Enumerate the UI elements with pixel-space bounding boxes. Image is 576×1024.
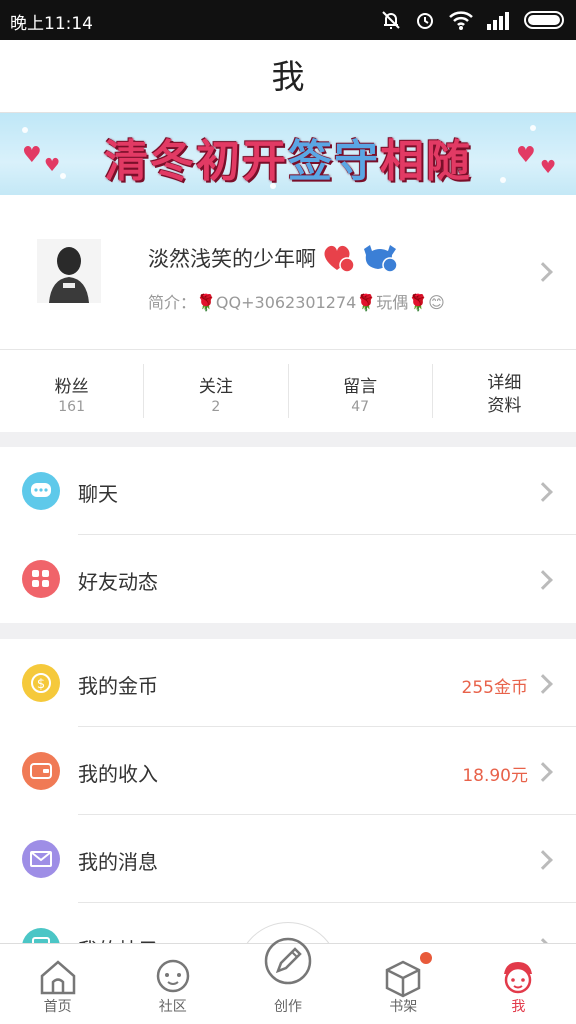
me-icon [504,962,533,994]
doc-icon [22,928,60,943]
tag-badge-icon [364,245,398,273]
profile-card[interactable]: 淡然浅笑的少年啊 简介：🌹QQ+3062301274🌹玩偶🌹😊 [0,195,576,350]
chevron-right-icon [533,570,553,590]
status-bar: 晚上11:14 [0,0,576,40]
envelope-icon [22,840,60,878]
home-icon [40,960,75,995]
tab-me[interactable]: 我 [461,944,576,1024]
coin-icon: $ [22,664,60,702]
tab-home[interactable]: 首页 [0,944,115,1024]
bottom-tab-bar: 首页 社区 创作 书架 我 [0,937,576,1024]
stats-bar: 粉丝 161 关注 2 留言 47 详细资料 [0,350,576,432]
menu-item-messages[interactable]: 我的消息 [0,815,576,903]
nickname: 淡然浅笑的少年啊 [148,247,316,271]
grid-icon [22,560,60,598]
chevron-right-icon [533,262,553,282]
page-title: 我 [271,57,305,96]
chevron-right-icon [533,482,553,502]
signal-icon [487,12,509,30]
wallet-icon [22,752,60,790]
banner-text: 清冬初开签守相随 [104,136,472,187]
svg-text:$: $ [37,677,45,692]
chevron-right-icon [533,674,553,694]
heart-badge-icon [324,245,355,273]
avatar[interactable] [37,239,101,303]
menu-item-income[interactable]: 我的收入 18.90元 [0,727,576,815]
income-value: 18.90元 [462,766,528,786]
tab-community[interactable]: 社区 [115,944,230,1024]
chevron-right-icon [533,762,553,782]
tab-bookshelf[interactable]: 书架 [346,944,461,1024]
stat-following[interactable]: 关注 2 [144,364,289,418]
chevron-right-icon [533,850,553,870]
menu-item-friend-feed[interactable]: 好友动态 [0,535,576,623]
bookshelf-icon [385,960,421,998]
menu-group-social: 聊天 好友动态 [0,447,576,623]
chat-bubble-icon [22,472,60,510]
battery-icon [524,11,564,29]
nickname-row: 淡然浅笑的少年啊 [148,243,402,273]
alarm-icon [417,13,433,29]
pen-icon [264,937,312,985]
coins-value: 255金币 [461,678,528,698]
community-icon [156,959,190,993]
avatar-image [37,239,101,303]
promo-banner[interactable]: ♥ ♥ ♥ ♥ 清冬初开签守相随 [0,113,576,195]
menu-item-chat[interactable]: 聊天 [0,447,576,535]
menu-item-coins[interactable]: $ 我的金币 255金币 [0,639,576,727]
menu-group-account: $ 我的金币 255金币 我的收入 18.90元 我的消息 我的帖子 [0,639,576,943]
notification-dot [419,952,432,964]
stat-messages[interactable]: 留言 47 [289,364,433,418]
stat-fans[interactable]: 粉丝 161 [0,364,145,418]
bio-text: 简介：🌹QQ+3062301274🌹玩偶🌹😊 [148,293,445,312]
tab-create[interactable]: 创作 [230,937,345,1024]
stat-details[interactable]: 详细资料 [433,364,576,418]
status-time: 晚上11:14 [10,14,93,34]
mute-icon [382,11,400,29]
title-bar: 我 [0,40,576,113]
wifi-icon [449,11,473,30]
